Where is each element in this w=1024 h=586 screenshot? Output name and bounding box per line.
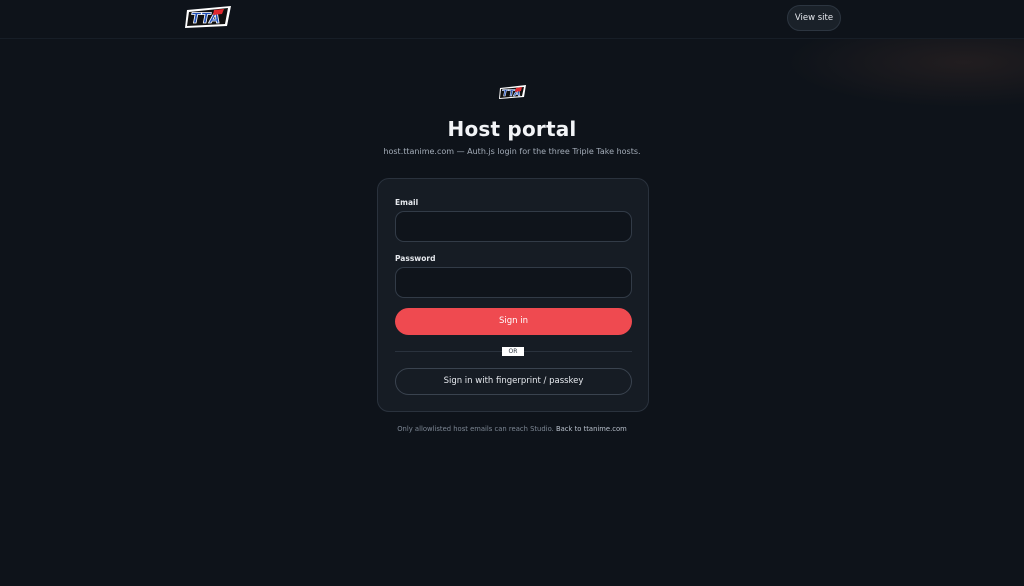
email-field[interactable] <box>395 211 632 242</box>
passkey-sign-in-button[interactable]: Sign in with fingerprint / passkey <box>395 368 632 395</box>
header-glow <box>784 38 1024 108</box>
password-field[interactable] <box>395 267 632 298</box>
footer-note: Only allowlisted host emails can reach S… <box>0 425 1024 433</box>
or-separator: OR <box>502 347 524 356</box>
page-title: Host portal <box>447 117 577 141</box>
footer-note-text: Only allowlisted host emails can reach S… <box>397 425 554 433</box>
page-subtitle: host.ttanime.com — Auth.js login for the… <box>383 147 641 156</box>
tta-logo-small: TTA <box>499 85 526 99</box>
email-label: Email <box>395 198 419 207</box>
back-to-site-link[interactable]: Back to ttanime.com <box>556 425 627 433</box>
password-label: Password <box>395 254 436 263</box>
sign-in-button[interactable]: Sign in <box>395 308 632 335</box>
login-card: Email Password Sign in OR Sign in with f… <box>377 178 649 412</box>
view-site-button[interactable]: View site <box>787 5 841 31</box>
top-bar: TTA View site <box>0 0 1024 39</box>
tta-logo[interactable]: TTA <box>184 4 234 30</box>
